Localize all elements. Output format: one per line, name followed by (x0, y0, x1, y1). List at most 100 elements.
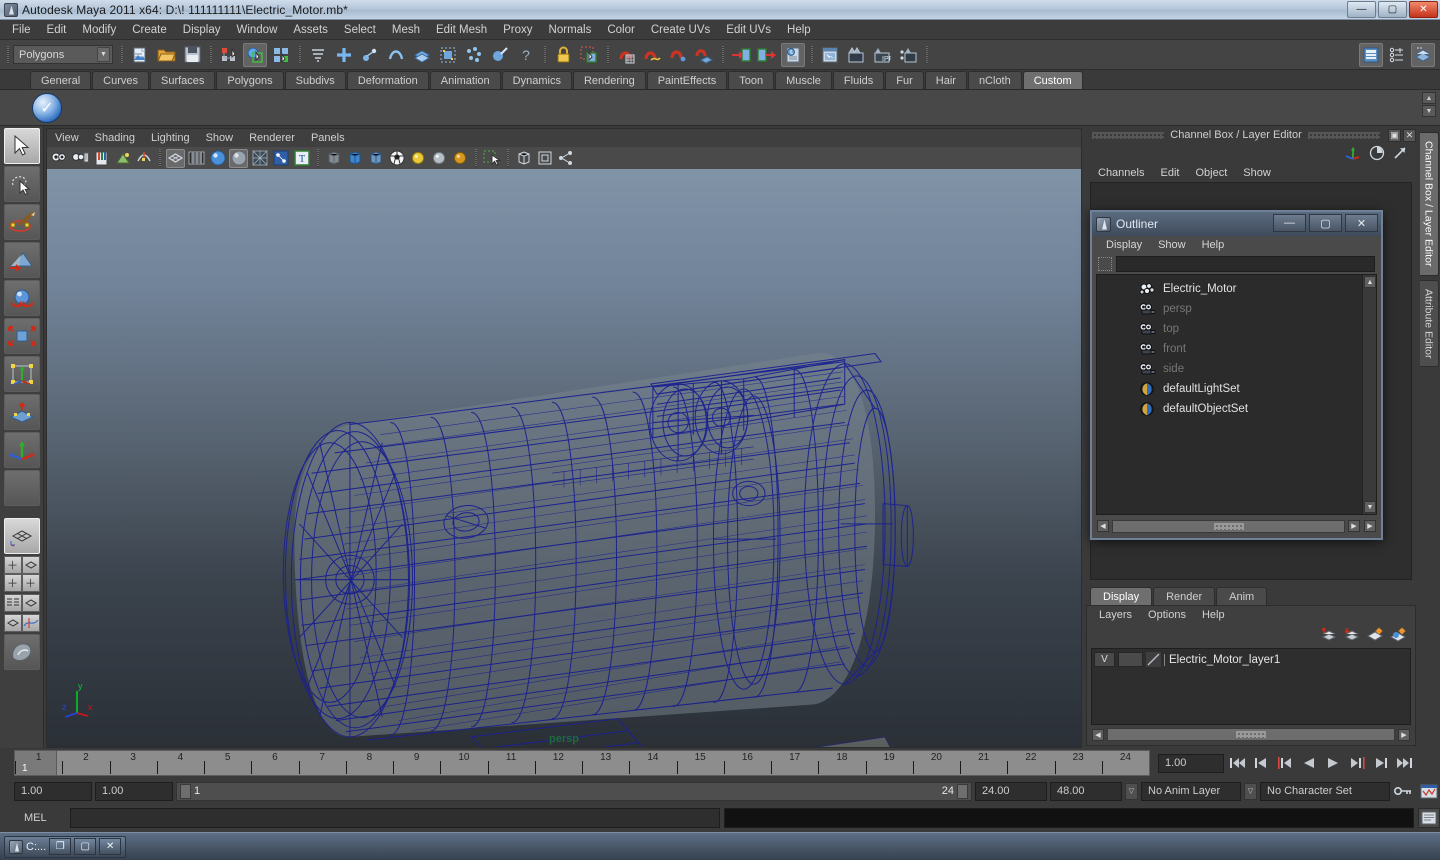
outliner-tree[interactable]: Electric_Motor persp top front side defa… (1096, 274, 1377, 515)
layout-two-pane-button[interactable]: ＋ (21, 574, 40, 592)
keyframe-tangent-icon[interactable] (134, 149, 153, 168)
channel-box-toggle-icon[interactable] (1411, 43, 1435, 67)
select-tool-button[interactable] (3, 128, 40, 164)
outliner-hscroll-right-icon[interactable]: ▶ (1348, 520, 1360, 532)
use-default-lighting-icon[interactable] (271, 149, 290, 168)
share-nodes-icon[interactable] (556, 149, 575, 168)
half-circle-icon[interactable] (1369, 145, 1385, 161)
outliner-menu-show[interactable]: Show (1150, 238, 1194, 252)
layer-tab-render[interactable]: Render (1153, 587, 1216, 605)
layout-graph-editor-button[interactable] (21, 614, 40, 632)
layer-hscroll-left-icon[interactable]: ◀ (1092, 728, 1104, 741)
selection-mask-icon[interactable] (306, 43, 330, 67)
select-by-object-icon[interactable] (243, 42, 267, 67)
layout-persp-outliner-button[interactable]: ＋ (3, 556, 22, 574)
anim-end-time-field[interactable]: 48.00 (1050, 781, 1122, 801)
viewport-menu-show[interactable]: Show (198, 131, 242, 145)
anim-start-time-field[interactable]: 1.00 (14, 781, 92, 801)
move-layer-down-icon[interactable] (1343, 627, 1361, 643)
outliner-menu-display[interactable]: Display (1098, 238, 1150, 252)
shelf-tab-polygons[interactable]: Polygons (216, 71, 284, 89)
menu-display[interactable]: Display (175, 22, 229, 38)
duplicate-view-icon[interactable] (535, 149, 554, 168)
layer-menu-layers[interactable]: Layers (1091, 608, 1140, 622)
go-to-start-button[interactable] (1226, 753, 1248, 773)
current-time-field[interactable]: 1.00 (1158, 753, 1224, 773)
viewport-menu-shading[interactable]: Shading (87, 131, 143, 145)
layer-hscroll-track[interactable] (1107, 728, 1395, 741)
layer-hscrollbar[interactable]: ◀ ▶ (1091, 727, 1411, 742)
script-editor-icon[interactable] (1418, 808, 1440, 828)
layer-list[interactable]: V Electric_Motor_layer1 (1091, 648, 1411, 725)
render-input-icon[interactable] (729, 43, 753, 67)
outliner-item-front[interactable]: front (1097, 339, 1362, 359)
shaded-cube-blue-icon[interactable] (345, 149, 364, 168)
outliner-item-top[interactable]: top (1097, 319, 1362, 339)
menu-set-selector[interactable]: Polygons ▼ (13, 45, 113, 64)
single-perspective-layout-button[interactable] (3, 518, 40, 554)
lock-icon[interactable] (551, 43, 575, 67)
arrow-up-right-icon[interactable] (1392, 145, 1408, 161)
paint-selection-tool-button[interactable] (3, 204, 40, 240)
cb-menu-show[interactable]: Show (1235, 166, 1279, 180)
outliner-window[interactable]: Outliner — ▢ ✕ Display Show Help Electri… (1090, 210, 1383, 540)
universal-manipulator-button[interactable] (3, 356, 40, 392)
shelf-tab-custom[interactable]: Custom (1022, 71, 1083, 89)
soccer-ball-icon[interactable] (387, 149, 406, 168)
go-to-end-button[interactable] (1394, 753, 1416, 773)
magnet-curve-icon[interactable] (640, 43, 664, 67)
menu-mesh[interactable]: Mesh (384, 22, 428, 38)
select-by-component-icon[interactable] (269, 43, 293, 67)
select-tool-marquee-icon[interactable] (577, 43, 601, 67)
menu-edit-mesh[interactable]: Edit Mesh (428, 22, 495, 38)
layout-persp-only-button[interactable] (21, 594, 40, 612)
vtab-channel-box-layer-editor[interactable]: Channel Box / Layer Editor (1419, 132, 1439, 276)
layer-state-toggle[interactable] (1118, 652, 1143, 667)
menu-create[interactable]: Create (124, 22, 175, 38)
outliner-item-default-light-set[interactable]: defaultLightSet (1097, 379, 1362, 399)
menu-window[interactable]: Window (228, 22, 285, 38)
menu-color[interactable]: Color (599, 22, 642, 38)
layout-persp-graph-button[interactable] (3, 614, 22, 632)
ipr-render-icon[interactable]: IPR (870, 43, 894, 67)
shelf-scroll-up-icon[interactable]: ▲ (1422, 92, 1436, 104)
panel-grip-right[interactable] (1307, 131, 1380, 139)
layer-menu-options[interactable]: Options (1140, 608, 1194, 622)
new-layer-from-selected-icon[interactable] (1389, 627, 1407, 643)
layer-name[interactable]: Electric_Motor_layer1 (1164, 653, 1280, 666)
step-back-key-button[interactable] (1250, 753, 1272, 773)
outliner-horizontal-scrollbar[interactable]: ◀ ▶ ▶ (1096, 518, 1377, 534)
text-display-icon[interactable]: T (292, 149, 311, 168)
render-view-icon[interactable] (818, 43, 842, 67)
shelf-tab-toon[interactable]: Toon (728, 71, 775, 89)
camera-settings-icon[interactable] (71, 149, 90, 168)
layout-four-view-button[interactable]: ＋ (3, 574, 22, 592)
outliner-vertical-scrollbar[interactable]: ▲ ▼ (1362, 275, 1376, 514)
render-sequence-icon[interactable] (844, 43, 868, 67)
menu-edit-uvs[interactable]: Edit UVs (718, 22, 779, 38)
auto-keyframe-toggle-icon[interactable] (1393, 781, 1415, 801)
outliner-filter-icon[interactable] (1098, 257, 1112, 271)
cb-menu-edit[interactable]: Edit (1152, 166, 1187, 180)
outliner-item-side[interactable]: side (1097, 359, 1362, 379)
bookmark-icon[interactable] (92, 149, 111, 168)
display-resolution-gate-icon[interactable] (514, 149, 533, 168)
open-scene-icon[interactable] (154, 43, 178, 67)
outliner-scroll-down-icon[interactable]: ▼ (1364, 501, 1376, 513)
texture-shading-icon[interactable] (250, 149, 269, 168)
magnet-point-icon[interactable] (666, 43, 690, 67)
outliner-menu-help[interactable]: Help (1194, 238, 1233, 252)
lighting-amber-icon[interactable] (450, 149, 469, 168)
layer-row[interactable]: V Electric_Motor_layer1 (1094, 651, 1408, 668)
render-output-icon[interactable] (755, 43, 779, 67)
range-left-handle[interactable] (180, 783, 191, 799)
attribute-editor-toggle-icon[interactable] (1359, 43, 1383, 67)
menu-file[interactable]: File (4, 22, 39, 38)
command-input-field[interactable] (70, 808, 720, 828)
range-start-time-field[interactable]: 1.00 (95, 781, 173, 801)
layer-tab-anim[interactable]: Anim (1216, 587, 1268, 605)
shaded-no-texture-icon[interactable] (229, 148, 248, 168)
wireframe-on-shaded-icon[interactable] (187, 149, 206, 168)
shelf-tab-ncloth[interactable]: nCloth (967, 71, 1022, 89)
show-manipulator-tool-button[interactable] (3, 432, 40, 468)
